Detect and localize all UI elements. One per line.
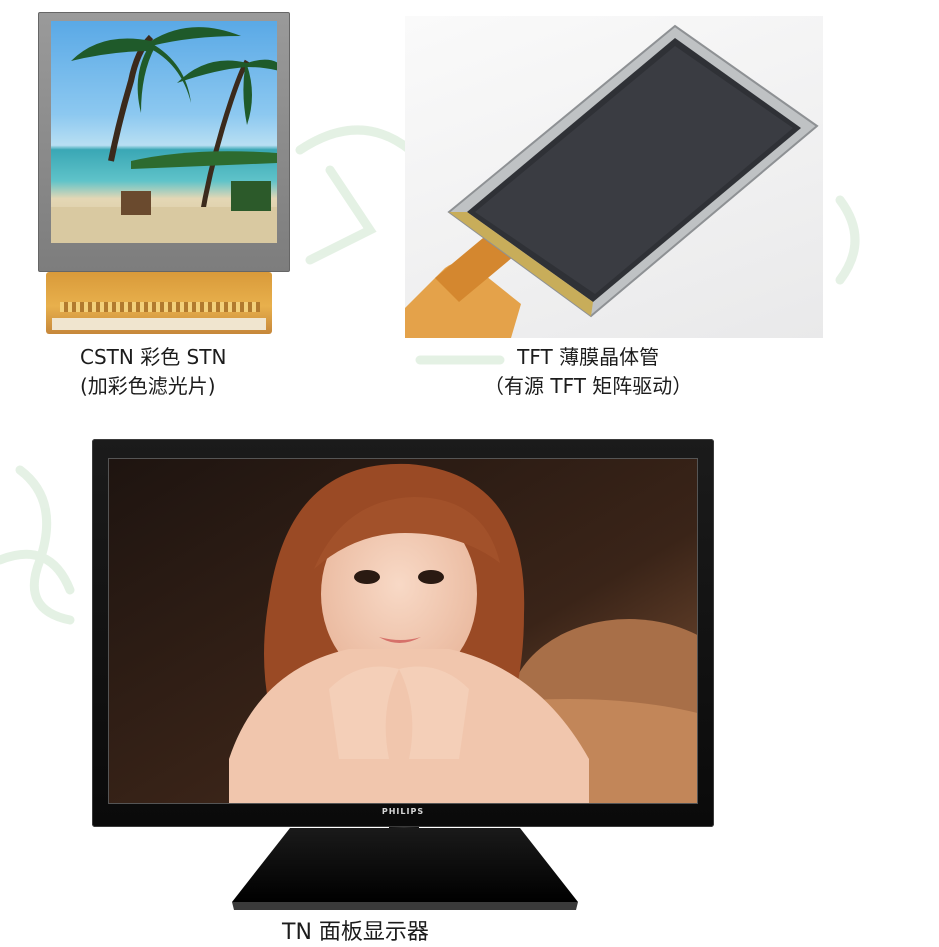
tn-monitor: PHILIPS (92, 439, 714, 827)
tft-module-graphic (405, 24, 819, 338)
cstn-panel-frame (38, 12, 290, 272)
beach-photo (51, 21, 277, 243)
flex-cable-pins (60, 302, 260, 312)
tft-caption-line1: TFT 薄膜晶体管 (517, 345, 660, 369)
palm-trees-graphic (51, 27, 277, 243)
cstn-caption: CSTN 彩色 STN (加彩色滤光片) (80, 343, 226, 401)
portrait-photo (109, 459, 697, 803)
monitor-stand-base (232, 828, 578, 910)
tft-caption: TFT 薄膜晶体管 （有源 TFT 矩阵驱动） (484, 343, 692, 401)
cstn-caption-line2: (加彩色滤光片) (80, 374, 216, 398)
tn-caption: TN 面板显示器 (282, 920, 429, 945)
tft-caption-line2: （有源 TFT 矩阵驱动） (484, 374, 693, 398)
flex-cable-base (52, 318, 266, 330)
monitor-screen (108, 458, 698, 804)
cstn-flex-cable (46, 272, 272, 334)
cstn-panel-image (38, 12, 290, 334)
monitor-brand-logo: PHILIPS (381, 807, 425, 816)
cstn-caption-line1: CSTN 彩色 STN (80, 345, 227, 369)
tft-module-image (405, 16, 823, 338)
